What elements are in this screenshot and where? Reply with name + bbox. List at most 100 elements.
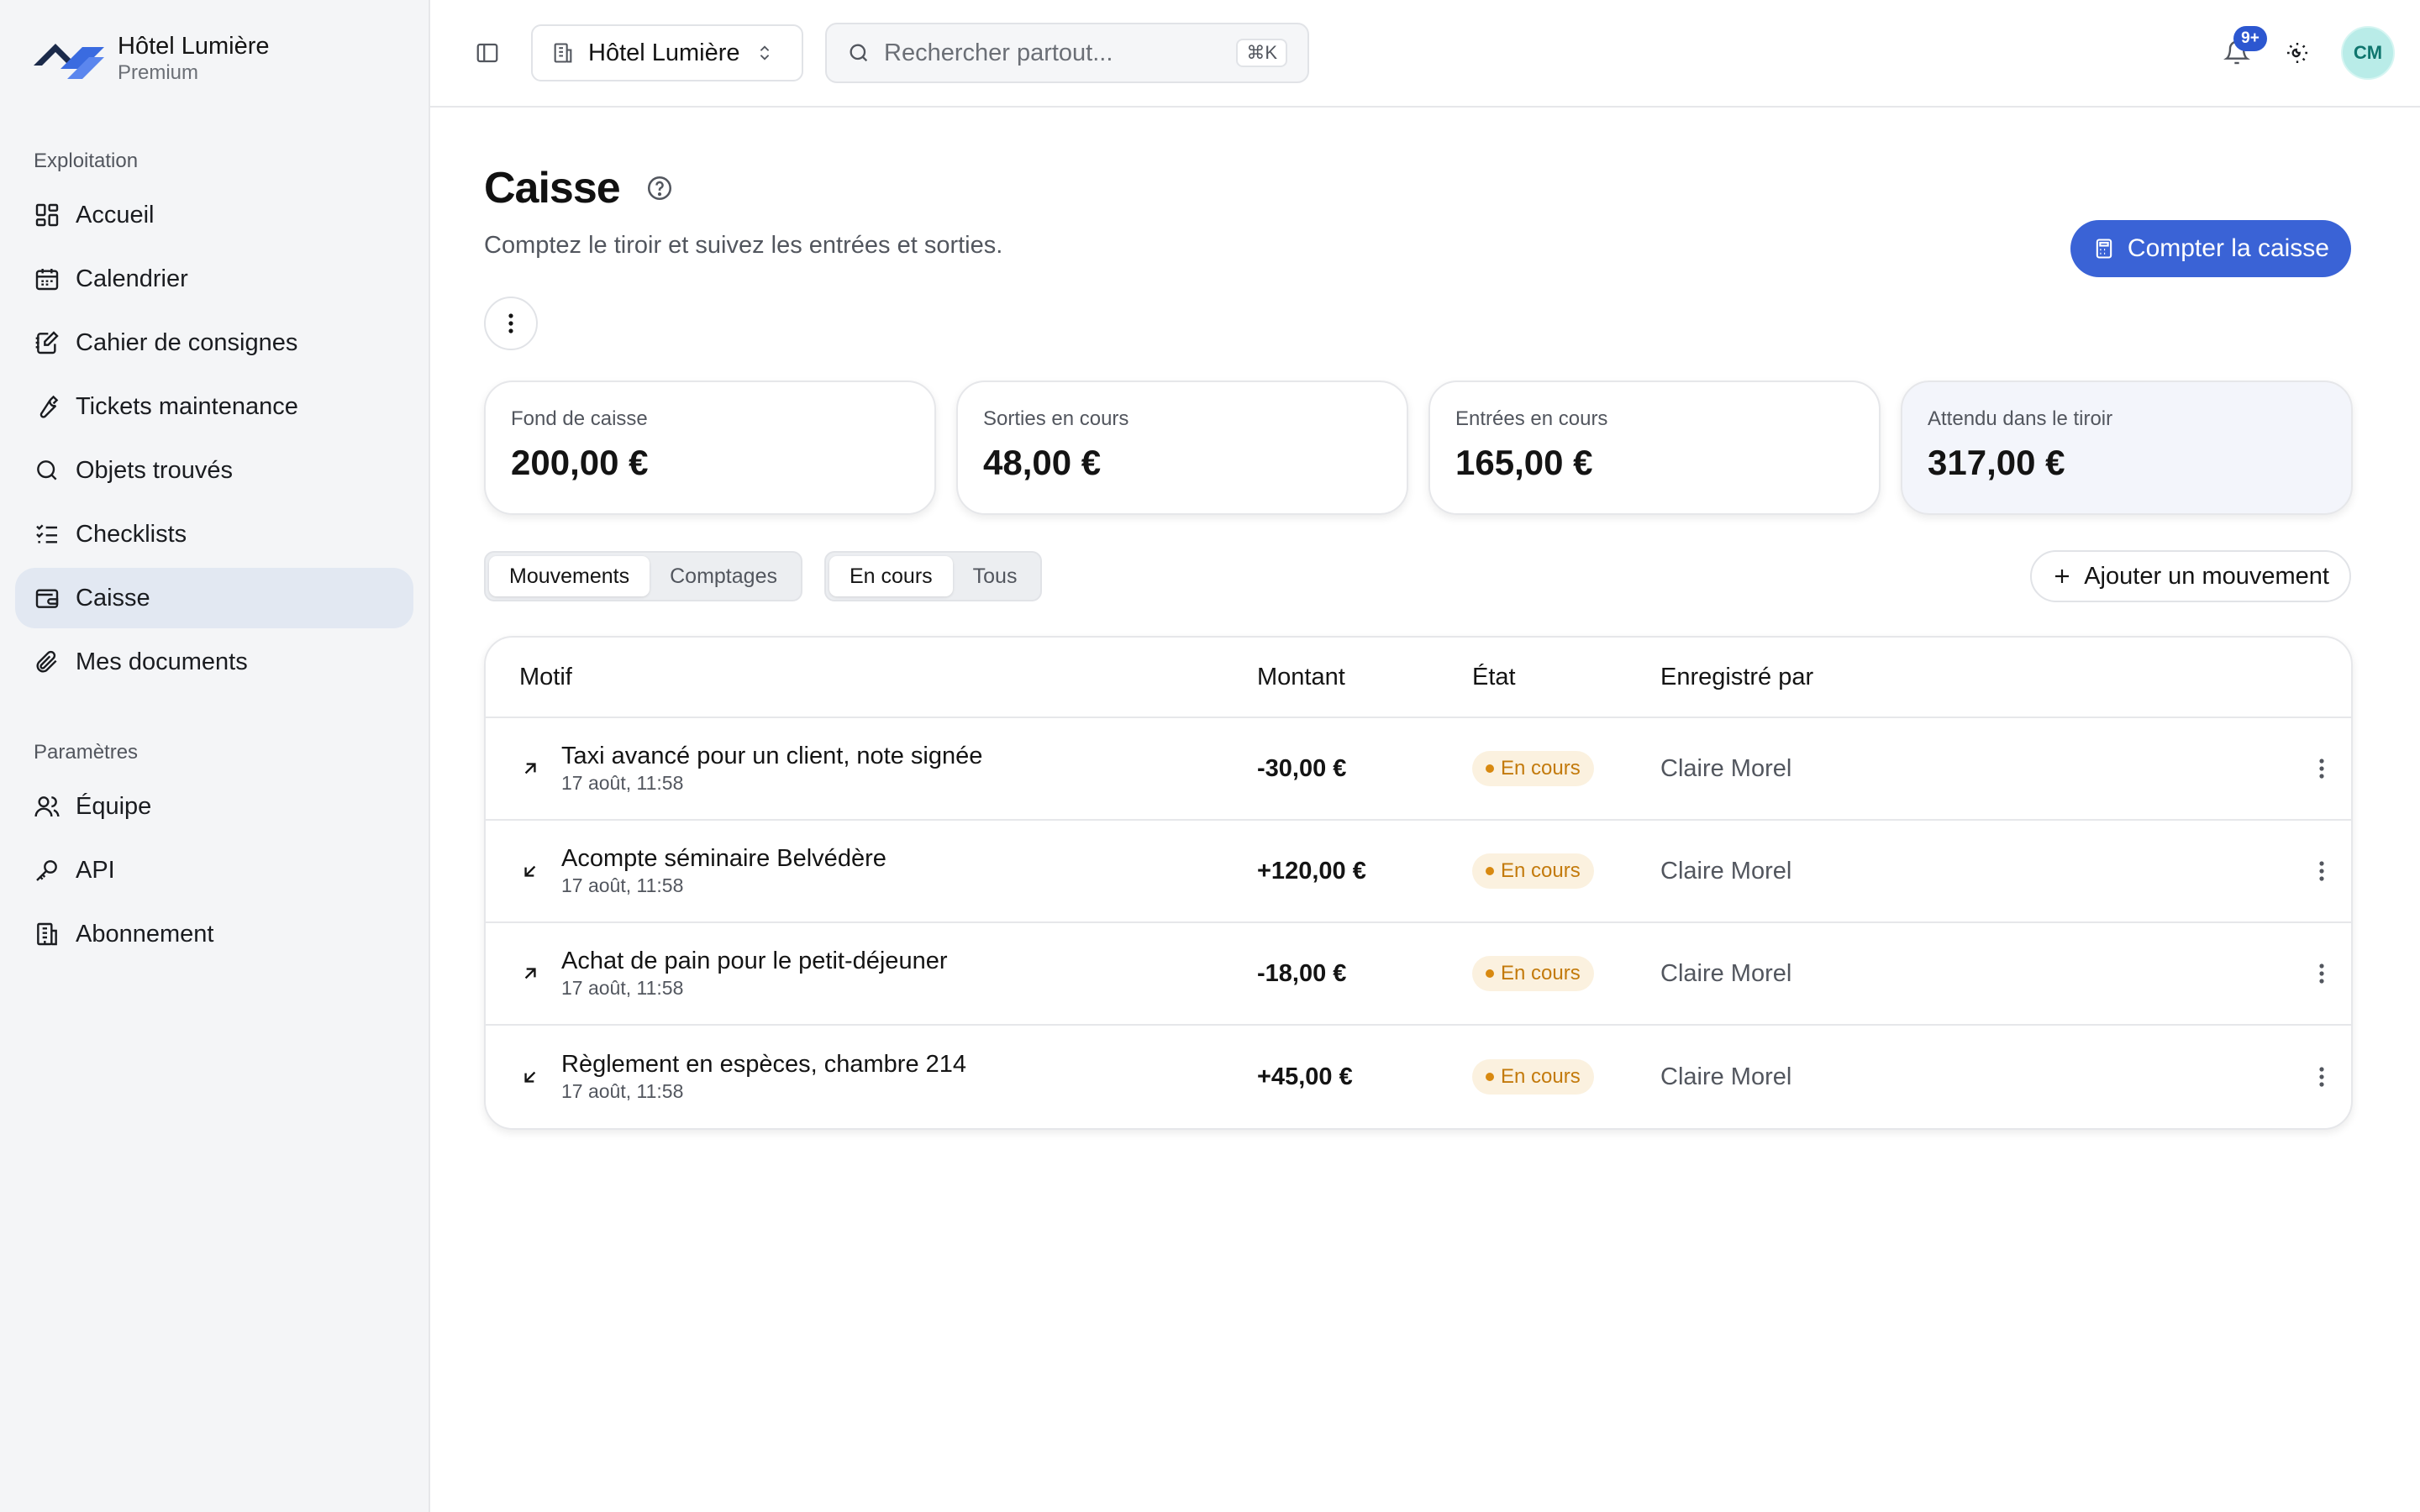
row-motif: Règlement en espèces, chambre 214 [561, 1051, 967, 1078]
status-badge-label: En cours [1501, 962, 1581, 984]
sidebar-item-label: Caisse [76, 584, 150, 612]
wallet-icon [35, 589, 59, 608]
filter-tabs: En cours Tous [823, 551, 1043, 601]
sidebar-item-mes-documents[interactable]: Mes documents [15, 632, 413, 692]
card-value: 317,00 € [1928, 443, 2065, 482]
brand[interactable]: Hôtel Lumière Premium [15, 0, 413, 118]
brand-plan: Premium [118, 61, 199, 84]
sidebar-item-label: Abonnement [76, 920, 214, 948]
status-badge: En cours [1472, 956, 1594, 991]
sidebar-item-abonnement[interactable]: Abonnement [15, 904, 413, 964]
sidebar-item-label: API [76, 856, 115, 884]
hotel-select[interactable]: Hôtel Lumière [531, 24, 803, 81]
search-input[interactable] [884, 39, 1237, 67]
help-icon[interactable] [645, 174, 674, 202]
sidebar-item-equipe[interactable]: Équipe [15, 776, 413, 837]
sidebar-item-label: Tickets maintenance [76, 392, 298, 420]
card-attendu: Attendu dans le tiroir 317,00 € [1901, 381, 2353, 515]
sidebar-item-calendrier[interactable]: Calendrier [15, 249, 413, 309]
sidebar: Hôtel Lumière Premium Exploitation Accue… [0, 0, 430, 1512]
calendar-icon [35, 269, 59, 291]
row-menu-button[interactable] [2292, 963, 2351, 984]
row-menu-button[interactable] [2292, 758, 2351, 780]
card-label: Sorties en cours [983, 407, 1129, 430]
more-options-button[interactable] [484, 297, 538, 350]
sidebar-item-caisse[interactable]: Caisse [15, 568, 413, 628]
add-movement-button[interactable]: Ajouter un mouvement [2030, 550, 2351, 602]
wrench-icon [39, 395, 59, 418]
status-badge-label: En cours [1501, 757, 1581, 780]
card-sorties: Sorties en cours 48,00 € [956, 381, 1408, 515]
notifications-button[interactable]: 9+ [2213, 26, 2267, 76]
sidebar-item-accueil[interactable]: Accueil [15, 185, 413, 245]
sidebar-item-label: Mes documents [76, 648, 248, 675]
sidebar-item-label: Cahier de consignes [76, 328, 298, 356]
tab-en-cours[interactable]: En cours [829, 556, 953, 596]
add-movement-label: Ajouter un mouvement [2084, 562, 2329, 590]
search-icon [37, 460, 57, 480]
row-menu-button[interactable] [2292, 1066, 2351, 1088]
status-badge: En cours [1472, 853, 1594, 889]
row-motif: Acompte séminaire Belvédère [561, 845, 886, 872]
more-vertical-icon [2319, 963, 2324, 984]
sidebar-item-api[interactable]: API [15, 840, 413, 900]
header-motif[interactable]: Motif [486, 664, 1257, 691]
search-icon [850, 44, 868, 62]
row-motif: Achat de pain pour le petit-déjeuner [561, 948, 948, 974]
card-label: Entrées en cours [1455, 407, 1608, 430]
more-vertical-icon [2319, 759, 2324, 779]
theme-toggle-button[interactable] [2275, 31, 2319, 75]
tab-tous[interactable]: Tous [953, 556, 1038, 596]
brand-logo-icon [34, 44, 104, 79]
sidebar-item-label: Objets trouvés [76, 456, 233, 484]
card-label: Fond de caisse [511, 407, 648, 430]
card-value: 48,00 € [983, 443, 1102, 482]
brand-name: Hôtel Lumière [118, 33, 270, 60]
building-icon [554, 43, 572, 63]
chevron-updown-icon [760, 45, 769, 60]
sidebar-item-label: Accueil [76, 201, 155, 228]
search-bar[interactable]: ⌘K [825, 23, 1309, 83]
main-area: Hôtel Lumière ⌘K 9+ CM Caiss [430, 0, 2420, 1512]
notebook-icon [35, 331, 59, 354]
status-badge-label: En cours [1501, 859, 1581, 882]
table-row[interactable]: Acompte séminaire Belvédère 17 août, 11:… [486, 821, 2351, 923]
arrow-up-right-icon [524, 763, 536, 774]
row-date: 17 août, 11:58 [561, 772, 684, 794]
hotel-select-label: Hôtel Lumière [588, 39, 740, 66]
table-row[interactable]: Taxi avancé pour un client, note signée … [486, 718, 2351, 821]
arrow-down-left-icon [524, 865, 536, 877]
table-row[interactable]: Achat de pain pour le petit-déjeuner 17 … [486, 923, 2351, 1026]
header-amount[interactable]: Montant [1257, 664, 1472, 691]
row-menu-button[interactable] [2292, 860, 2351, 882]
header-by[interactable]: Enregistré par [1660, 664, 2292, 691]
table-header: Motif Montant État Enregistré par [486, 638, 2351, 718]
row-amount: -18,00 € [1257, 959, 1347, 987]
dashboard-icon [35, 203, 59, 227]
summary-cards: Fond de caisse 200,00 € Sorties en cours… [484, 381, 2353, 515]
section-title-parametres: Paramètres [34, 741, 139, 764]
header-state[interactable]: État [1472, 664, 1660, 691]
count-cash-button[interactable]: Compter la caisse [2070, 220, 2351, 277]
toggle-sidebar-button[interactable] [466, 31, 509, 75]
table-toolbar: Mouvements Comptages En cours Tous Ajout… [484, 550, 2353, 602]
sidebar-item-checklists[interactable]: Checklists [15, 504, 413, 564]
row-recorded-by: Claire Morel [1660, 857, 1792, 885]
sidebar-item-label: Équipe [76, 792, 152, 820]
tab-mouvements[interactable]: Mouvements [489, 556, 650, 596]
plus-icon [2055, 570, 2070, 583]
movements-table: Motif Montant État Enregistré par Taxi a… [484, 636, 2353, 1130]
arrow-up-right-icon [524, 968, 536, 979]
row-amount: -30,00 € [1257, 754, 1347, 782]
tab-comptages[interactable]: Comptages [650, 556, 797, 596]
table-row[interactable]: Règlement en espèces, chambre 214 17 aoû… [486, 1026, 2351, 1128]
sidebar-item-objets-trouves[interactable]: Objets trouvés [15, 440, 413, 501]
sidebar-item-cahier-de-consignes[interactable]: Cahier de consignes [15, 312, 413, 373]
avatar[interactable]: CM [2341, 26, 2395, 80]
section-title-exploitation: Exploitation [34, 150, 139, 172]
card-entrees: Entrées en cours 165,00 € [1428, 381, 1881, 515]
sidebar-item-tickets-maintenance[interactable]: Tickets maintenance [15, 376, 413, 437]
sidebar-toggle-icon [476, 43, 498, 63]
more-vertical-icon [2319, 861, 2324, 881]
building-icon [37, 922, 57, 946]
